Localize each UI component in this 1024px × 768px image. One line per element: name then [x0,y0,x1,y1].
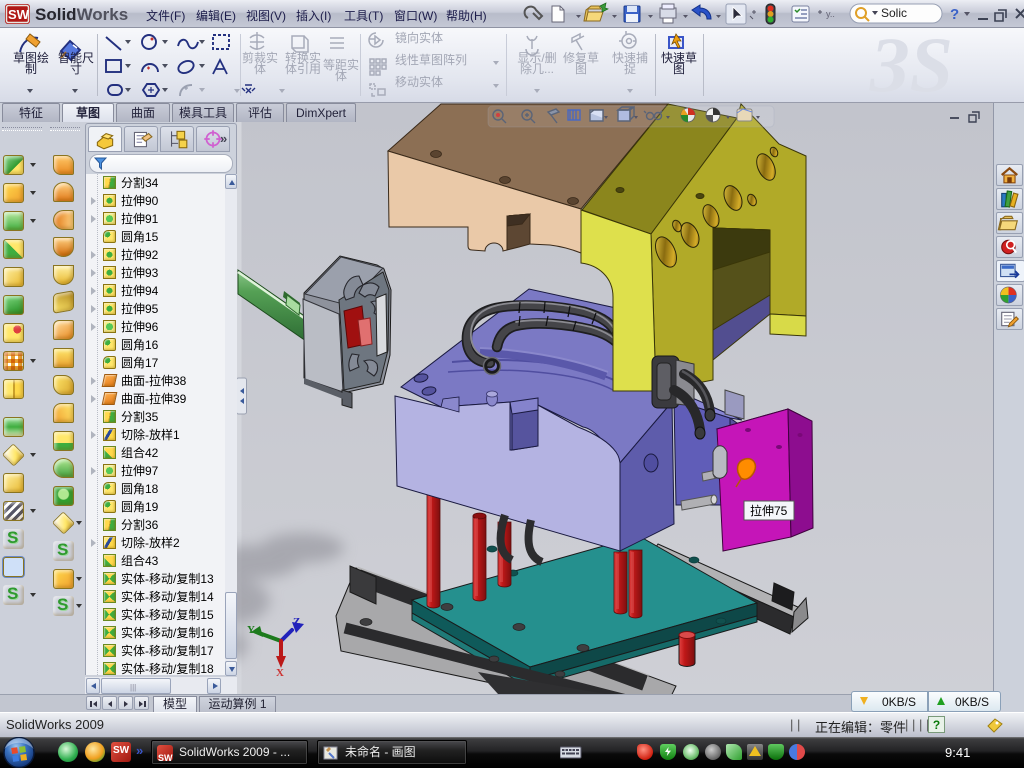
svg-text:y..: y.. [826,9,835,19]
svg-text:Z: Z [293,616,300,628]
svg-text:SolidWorks: SolidWorks [35,5,128,24]
svg-text:X: X [276,667,284,679]
svg-text:拉伸75: 拉伸75 [750,503,788,518]
svg-text:Solic: Solic [881,6,907,20]
svg-text:Y: Y [247,624,255,636]
svg-text:SW: SW [8,7,30,22]
